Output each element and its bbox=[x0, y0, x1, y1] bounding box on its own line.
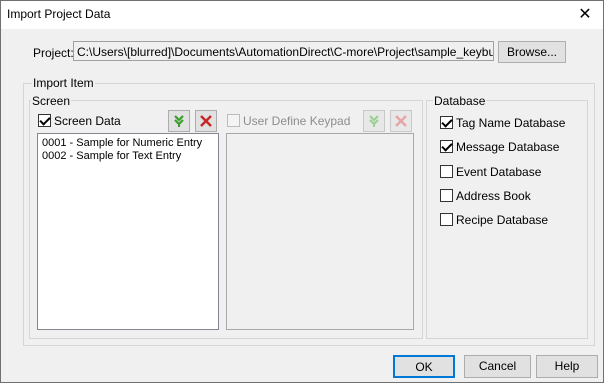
clear-x-icon bbox=[395, 115, 407, 127]
clear-keypads-button bbox=[390, 110, 412, 132]
screen-label: Screen bbox=[31, 94, 72, 108]
ok-button[interactable]: OK bbox=[393, 355, 455, 378]
screen-data-checkbox[interactable] bbox=[38, 114, 51, 127]
project-label: Project: bbox=[33, 46, 74, 60]
address-book-checkbox[interactable] bbox=[440, 189, 453, 202]
message-db-checkbox[interactable] bbox=[440, 140, 453, 153]
dialog-title: Import Project Data bbox=[7, 7, 111, 21]
event-db-label[interactable]: Event Database bbox=[456, 165, 541, 179]
screen-list[interactable]: 0001 - Sample for Numeric Entry 0002 - S… bbox=[37, 133, 219, 330]
clear-x-icon bbox=[200, 115, 212, 127]
cancel-button[interactable]: Cancel bbox=[464, 355, 531, 378]
database-label: Database bbox=[433, 94, 487, 108]
browse-button[interactable]: Browse... bbox=[498, 41, 566, 63]
user-define-keypad-checkbox bbox=[227, 114, 240, 127]
clear-screens-button[interactable] bbox=[195, 110, 217, 132]
list-item[interactable]: 0001 - Sample for Numeric Entry bbox=[38, 137, 218, 150]
user-define-keypad-label: User Define Keypad bbox=[243, 114, 351, 128]
address-book-label[interactable]: Address Book bbox=[456, 189, 531, 203]
select-all-screens-button[interactable] bbox=[168, 110, 190, 132]
tag-name-db-label[interactable]: Tag Name Database bbox=[456, 116, 565, 130]
screen-data-label[interactable]: Screen Data bbox=[54, 114, 121, 128]
tag-name-db-checkbox[interactable] bbox=[440, 116, 453, 129]
recipe-db-checkbox[interactable] bbox=[440, 213, 453, 226]
double-chevron-down-icon bbox=[174, 115, 184, 127]
list-item[interactable]: 0002 - Sample for Text Entry bbox=[38, 150, 218, 163]
recipe-db-label[interactable]: Recipe Database bbox=[456, 213, 548, 227]
help-button[interactable]: Help bbox=[536, 355, 598, 378]
keypad-list bbox=[226, 133, 414, 330]
project-path-field[interactable]: C:\Users\[blurred]\Documents\AutomationD… bbox=[73, 41, 494, 61]
double-chevron-down-icon bbox=[369, 115, 379, 127]
select-all-keypads-button bbox=[363, 110, 385, 132]
title-bar: Import Project Data ✕ bbox=[1, 1, 603, 29]
event-db-checkbox[interactable] bbox=[440, 165, 453, 178]
import-project-dialog: Import Project Data ✕ Project: C:\Users\… bbox=[0, 0, 604, 383]
import-item-label: Import Item bbox=[32, 76, 95, 90]
message-db-label[interactable]: Message Database bbox=[456, 140, 559, 154]
close-button[interactable]: ✕ bbox=[575, 5, 595, 25]
